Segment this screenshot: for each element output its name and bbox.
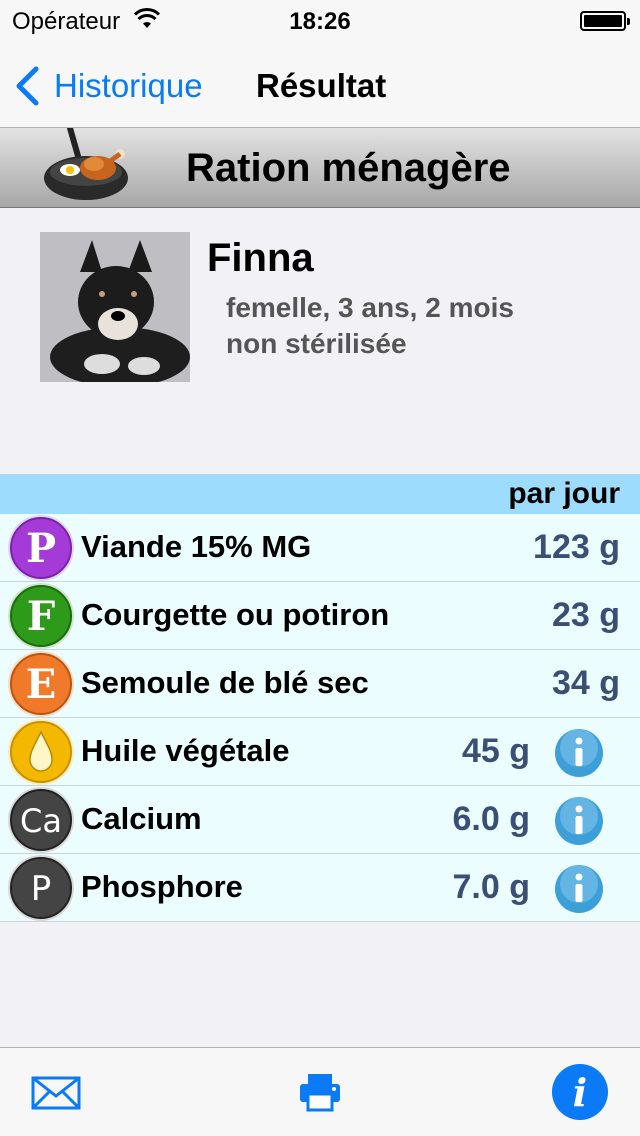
ration-row-vegetable: F Courgette ou potiron 23 g [0, 582, 640, 650]
row-value: 6.0 g [452, 800, 530, 838]
info-button[interactable] [554, 728, 604, 778]
ration-list: P Viande 15% MG 123 g F Courgette ou pot… [0, 514, 640, 922]
ration-row-starch: E Semoule de blé sec 34 g [0, 650, 640, 718]
ration-row-phosphorus: P Phosphore 7.0 g [0, 854, 640, 922]
bottom-toolbar: i [0, 1047, 640, 1136]
battery-icon [580, 11, 630, 31]
info-icon[interactable]: i [552, 1064, 608, 1120]
row-value: 7.0 g [452, 868, 530, 906]
row-value: 23 g [551, 596, 620, 634]
row-label: Huile végétale [81, 733, 290, 768]
protein-icon: P [8, 515, 74, 581]
calcium-icon: Ca [8, 787, 74, 853]
chevron-left-icon [16, 66, 39, 106]
printer-icon[interactable] [299, 1072, 341, 1112]
dog-details-line2: non stérilisée [226, 328, 407, 359]
dog-photo [40, 232, 190, 382]
phosphorus-icon: P [8, 855, 74, 921]
status-bar: Opérateur 18:26 [0, 0, 640, 40]
back-button-label: Historique [54, 67, 203, 104]
ration-row-calcium: Ca Calcium 6.0 g [0, 786, 640, 854]
svg-text:P: P [31, 869, 52, 909]
per-day-label: par jour [508, 477, 620, 510]
row-label: Semoule de blé sec [81, 665, 369, 700]
row-label: Viande 15% MG [81, 529, 312, 564]
ration-header: Ration ménagère [0, 128, 640, 208]
clock: 18:26 [289, 8, 351, 35]
svg-text:F: F [27, 593, 55, 640]
table-header: par jour [0, 474, 640, 514]
fiber-icon: F [8, 583, 74, 649]
svg-text:Ca: Ca [20, 802, 62, 840]
navigation-bar: Historique Résultat [0, 40, 640, 128]
back-button[interactable]: Historique [14, 64, 203, 108]
info-button[interactable] [554, 796, 604, 846]
mail-icon[interactable] [31, 1076, 81, 1110]
dog-details-line1: femelle, 3 ans, 2 mois [226, 292, 514, 323]
row-value: 45 g [461, 732, 530, 770]
energy-icon: E [8, 651, 74, 717]
row-label: Calcium [81, 801, 202, 836]
row-label: Phosphore [81, 869, 243, 904]
svg-text:E: E [26, 661, 57, 708]
oil-drop-icon [8, 719, 74, 785]
ration-title: Ration ménagère [186, 146, 511, 190]
dog-details: femelle, 3 ans, 2 mois non stérilisée [226, 290, 514, 362]
row-value: 34 g [551, 664, 620, 702]
info-button[interactable] [554, 864, 604, 914]
svg-text:P: P [26, 525, 56, 572]
svg-text:i: i [573, 1070, 587, 1115]
frying-pan-icon [44, 128, 128, 200]
dog-name: Finna [207, 236, 314, 280]
ration-row-meat: P Viande 15% MG 123 g [0, 514, 640, 582]
ration-row-oil: Huile végétale 45 g [0, 718, 640, 786]
page-title: Résultat [256, 67, 387, 104]
row-label: Courgette ou potiron [81, 597, 390, 632]
row-value: 123 g [533, 528, 620, 566]
